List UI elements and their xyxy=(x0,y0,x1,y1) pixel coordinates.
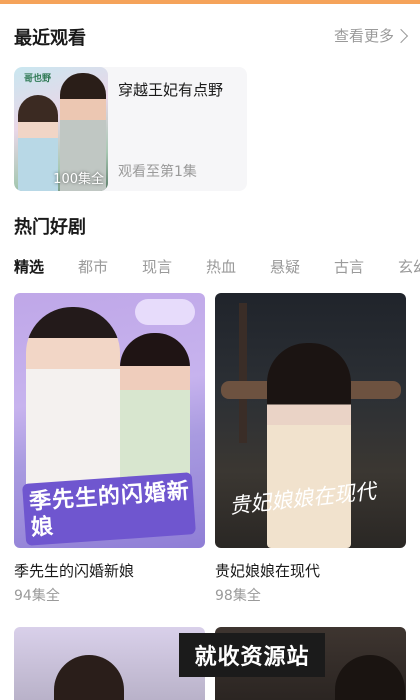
drama-poster-image: 季先生的闪婚新娘 xyxy=(14,293,205,548)
watch-progress: 观看至第1集 xyxy=(118,164,197,180)
drama-title: 季先生的闪婚新娘 xyxy=(14,562,135,580)
drama-poster-image[interactable] xyxy=(14,627,205,700)
drama-episode-count: 94集全 xyxy=(14,588,60,604)
recent-watch-card[interactable]: 哥也野 100集全 穿越王妃有点野 观看至第1集 xyxy=(14,67,247,191)
see-more-link[interactable]: 查看更多 xyxy=(333,25,409,46)
tab-mystery[interactable]: 悬疑 xyxy=(270,256,334,278)
chevron-right-icon xyxy=(393,28,409,43)
drama-card[interactable]: 季先生的闪婚新娘 季先生的闪婚新娘 94集全 xyxy=(14,293,205,604)
tab-ancient-romance[interactable]: 古言 xyxy=(334,256,398,278)
tab-urban[interactable]: 都市 xyxy=(78,256,142,278)
drama-episode-count: 98集全 xyxy=(215,588,261,604)
drama-title: 贵妃娘娘在现代 xyxy=(215,562,321,580)
recent-drama-title: 穿越王妃有点野 xyxy=(118,81,224,99)
hot-section-title: 热门好剧 xyxy=(14,217,86,238)
recent-poster-image: 哥也野 100集全 xyxy=(14,67,108,191)
category-tabs: 精选 都市 现言 热血 悬疑 古言 玄幻 xyxy=(14,256,420,278)
drama-poster-image: 贵妃娘娘在现代 xyxy=(215,293,406,548)
tab-fantasy[interactable]: 玄幻 xyxy=(398,256,420,278)
tab-featured[interactable]: 精选 xyxy=(14,256,78,278)
see-more-label: 查看更多 xyxy=(333,27,394,45)
recent-section-title: 最近观看 xyxy=(14,28,86,49)
poster-logo: 哥也野 xyxy=(24,74,52,84)
watermark-overlay: 就收资源站 xyxy=(179,633,325,677)
tab-modern-romance[interactable]: 现言 xyxy=(142,256,206,278)
top-accent-bar xyxy=(0,0,420,4)
tab-action[interactable]: 热血 xyxy=(206,256,270,278)
episode-count-badge: 100集全 xyxy=(53,172,104,187)
drama-card[interactable]: 贵妃娘娘在现代 贵妃娘娘在现代 98集全 xyxy=(215,293,406,604)
